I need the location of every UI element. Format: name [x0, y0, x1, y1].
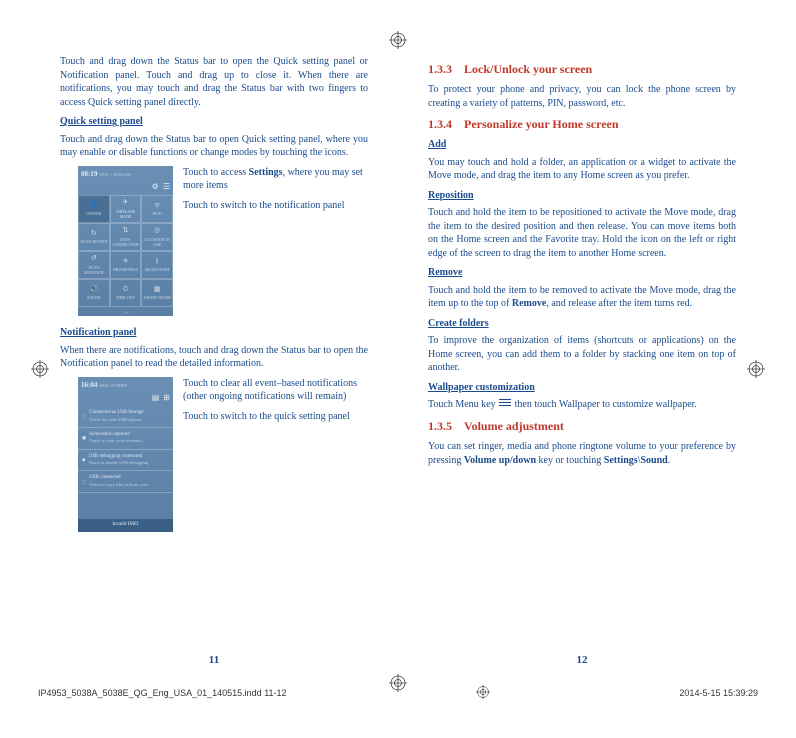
quick-setting-panel-heading: Quick setting panel: [60, 115, 368, 129]
page-11: Touch and drag down the Status bar to op…: [60, 55, 368, 668]
footer-timestamp: 2014-5-15 15:39:29: [679, 687, 758, 699]
wallpaper-body: Touch Menu key then touch Wallpaper to c…: [428, 398, 736, 412]
registration-mark-left: [31, 360, 49, 378]
remove-body: Touch and hold the item to be removed to…: [428, 284, 736, 311]
clear-icon: ▤: [152, 393, 160, 404]
brightness-icon: ☀: [122, 257, 128, 266]
notif-callout-switch: Touch to switch to the quick setting pan…: [183, 410, 368, 424]
usb-connected-icon: ⬚: [82, 479, 86, 485]
section-1-3-4-title: 1.3.4Personalize your Home screen: [428, 116, 736, 132]
notification-panel-body: When there are notifications, touch and …: [60, 344, 368, 371]
section-1-3-3-body: To protect your phone and privacy, you c…: [428, 83, 736, 110]
create-folders-body: To improve the organization of items (sh…: [428, 334, 736, 375]
quick-settings-grid: 👤OWNER ✈AIRPLANE MODE ᯤWi-Fi ↻AUTO-ROTAT…: [78, 195, 173, 307]
wallpaper-heading: Wallpaper customization: [428, 381, 736, 395]
mock2-time: 16:04: [81, 381, 97, 389]
settings-icon: ⚙: [152, 182, 159, 193]
registration-mark-top: [389, 31, 407, 49]
wifi-icon: ᯤ: [154, 201, 160, 210]
page-12: 1.3.3Lock/Unlock your screen To protect …: [428, 55, 736, 668]
mock-footer: Invalid IMEI: [78, 519, 173, 532]
auto-icon: ↺: [91, 254, 97, 263]
page-number-right: 12: [428, 645, 736, 668]
mock-time: 08:19: [81, 170, 97, 178]
mock-date: WED, 1 JANUARY: [99, 172, 132, 177]
remove-heading: Remove: [428, 266, 736, 280]
registration-mark-right: [747, 360, 765, 378]
section-1-3-5-body: You can set ringer, media and phone ring…: [428, 440, 736, 467]
usb-icon: ⬚: [82, 413, 86, 419]
intro-paragraph: Touch and drag down the Status bar to op…: [60, 55, 368, 109]
sound-icon: 🔊: [89, 285, 98, 294]
reposition-heading: Reposition: [428, 189, 736, 203]
qsp-callout-settings: Touch to access Settings, where you may …: [183, 166, 368, 193]
add-body: You may touch and hold a folder, an appl…: [428, 156, 736, 183]
qsp-callout-switch: Touch to switch to the notification pane…: [183, 199, 368, 213]
data-icon: ⇅: [123, 226, 129, 235]
reposition-body: Touch and hold the item to be reposition…: [428, 206, 736, 260]
bluetooth-icon: ᛒ: [155, 257, 159, 266]
quick-setting-figure: 08:19 WED, 1 JANUARY ⚙ ☰ 👤OWNER ✈AIRPLANE…: [78, 166, 368, 317]
quick-setting-panel-body: Touch and drag down the Status bar to op…: [60, 133, 368, 160]
footer-filename: IP4953_5038A_5038E_QG_Eng_USA_01_140515.…: [38, 687, 287, 699]
phone-mock-notifications: 16:04 WED, 29 WHEN ▤⊞ ⬚Connected as USB …: [78, 377, 173, 532]
notif-callout-clear: Touch to clear all event–based notificat…: [183, 377, 368, 404]
grid-icon: ⊞: [163, 393, 170, 404]
timeout-icon: ⏱: [123, 285, 128, 294]
notification-panel-heading: Notification panel: [60, 326, 368, 340]
mock2-date: WED, 29 WHEN: [99, 383, 127, 388]
create-folders-heading: Create folders: [428, 317, 736, 331]
page-spread: Touch and drag down the Status bar to op…: [60, 55, 736, 668]
add-heading: Add: [428, 138, 736, 152]
airplane-icon: ✈: [123, 198, 129, 207]
location-icon: ◎: [154, 226, 160, 235]
debug-icon: ◆: [82, 457, 85, 463]
notification-figure: 16:04 WED, 29 WHEN ▤⊞ ⬚Connected as USB …: [78, 377, 368, 532]
print-footer: IP4953_5038A_5038E_QG_Eng_USA_01_140515.…: [38, 685, 758, 702]
page-number-left: 11: [60, 645, 368, 668]
chevron-up-icon: ︿: [78, 307, 173, 316]
screenshot-icon: ▣: [82, 435, 86, 441]
section-1-3-3-title: 1.3.3Lock/Unlock your screen: [428, 61, 736, 77]
avatar-icon: 👤: [89, 201, 98, 210]
footer-registration-icon: [476, 685, 490, 702]
phone-mock-quick-settings: 08:19 WED, 1 JANUARY ⚙ ☰ 👤OWNER ✈AIRPLANE…: [78, 166, 173, 317]
menu-key-icon: [498, 398, 512, 412]
battery-icon: ▦: [154, 285, 161, 294]
grid-icon: ☰: [163, 182, 170, 193]
section-1-3-5-title: 1.3.5Volume adjustment: [428, 418, 736, 434]
rotate-icon: ↻: [91, 229, 97, 238]
